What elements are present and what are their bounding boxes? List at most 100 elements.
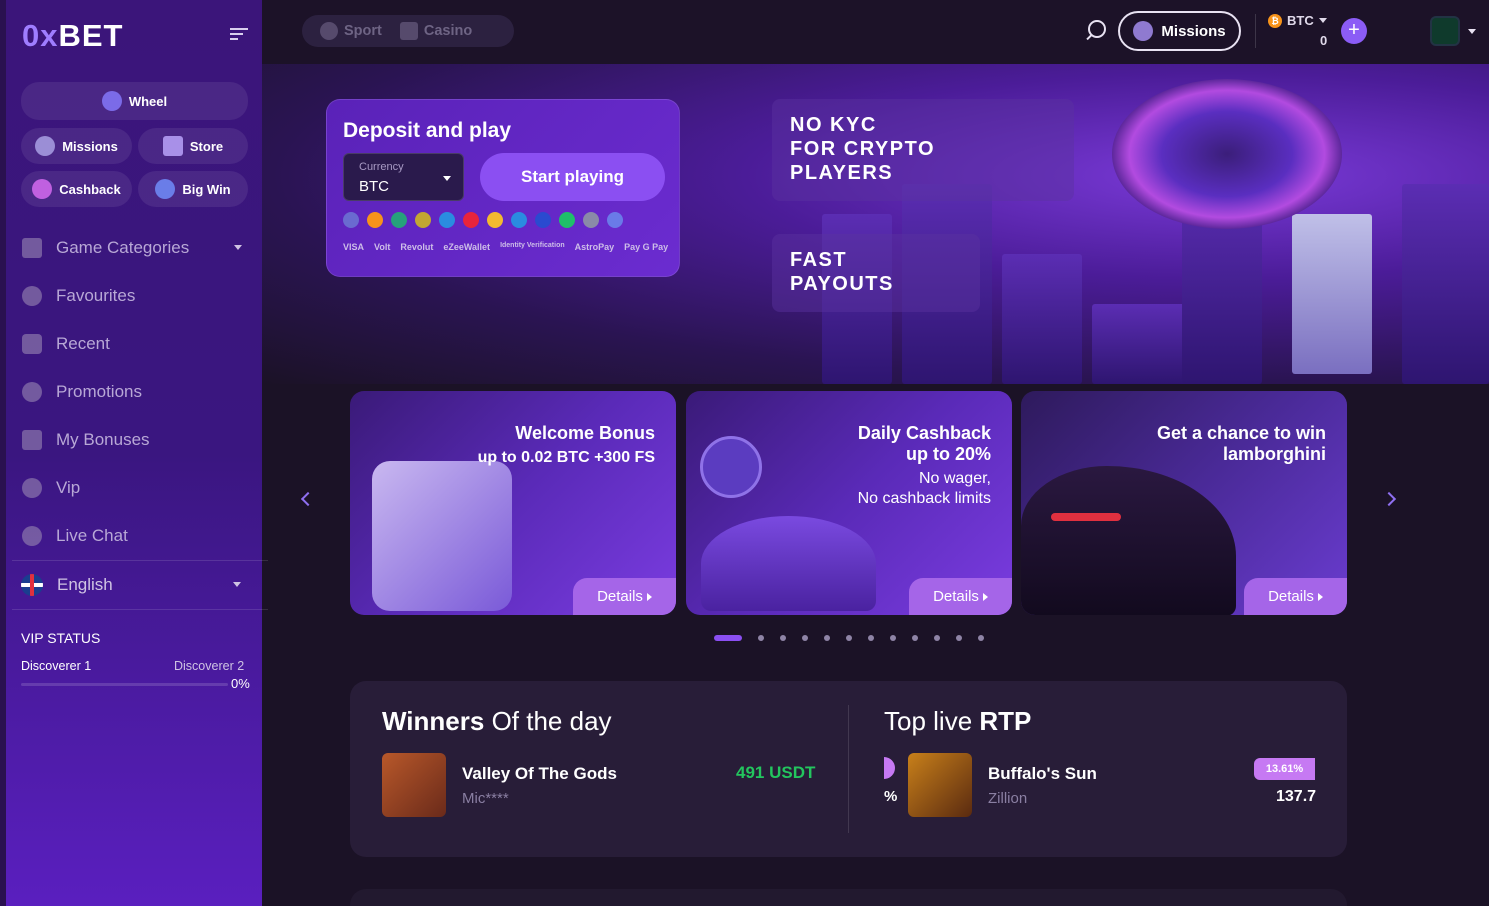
- identity-verification-logo: Identity Verification: [500, 242, 565, 249]
- details-button[interactable]: Details: [909, 578, 1012, 615]
- tag-line: PLAYERS: [790, 162, 894, 184]
- promo-title: Daily Cashback up to 20%: [858, 423, 991, 465]
- bnb-icon: [487, 212, 503, 228]
- promo-card-welcome-bonus[interactable]: Welcome Bonus up to 0.02 BTC +300 FS Det…: [350, 391, 676, 615]
- sidebar-item-game-categories[interactable]: Game Categories: [22, 233, 262, 263]
- sidebar-item-favourites[interactable]: Favourites: [22, 281, 262, 311]
- promo-card-lamborghini[interactable]: Get a chance to win lamborghini Details: [1021, 391, 1347, 615]
- start-playing-button[interactable]: Start playing: [480, 153, 665, 201]
- chevron-down-icon: [233, 582, 241, 587]
- big-win-label: Big Win: [182, 181, 231, 197]
- carousel-dot[interactable]: [890, 635, 896, 641]
- carousel-dot[interactable]: [934, 635, 940, 641]
- car-illustration: [1021, 466, 1236, 615]
- promo-title-line: Daily Cashback: [857, 423, 991, 443]
- store-button[interactable]: Store: [138, 128, 248, 164]
- diamond-icon: [22, 478, 42, 498]
- uk-flag-icon: [21, 574, 43, 596]
- language-selector[interactable]: English: [21, 570, 261, 600]
- carousel-dot[interactable]: [824, 635, 830, 641]
- gift-icon: [22, 430, 42, 450]
- chevron-down-icon[interactable]: [1468, 29, 1476, 34]
- slot-machine-icon: [399, 22, 418, 40]
- deposit-card: Deposit and play Currency BTC Start play…: [326, 99, 680, 277]
- promo-subtitle: No wager, No cashback limits: [858, 469, 991, 509]
- currency-select[interactable]: Currency BTC: [343, 153, 464, 201]
- carousel-prev-arrow-icon[interactable]: [300, 491, 316, 507]
- vip-progress-percent: 0%: [231, 676, 250, 691]
- promo-card-daily-cashback[interactable]: Daily Cashback up to 20% No wager, No ca…: [686, 391, 1012, 615]
- bitcoin-icon: [367, 212, 383, 228]
- tab-sport[interactable]: Sport: [302, 22, 382, 40]
- building-illustration: [1002, 254, 1082, 384]
- xrp-icon: [511, 212, 527, 228]
- payment-logos: VISA Volt Revolut eZeeWallet Identity Ve…: [343, 242, 668, 252]
- carousel-dot[interactable]: [956, 635, 962, 641]
- sidebar-item-promotions[interactable]: Promotions: [22, 377, 262, 407]
- missions-label: Missions: [62, 138, 118, 154]
- volt-logo: Volt: [374, 242, 391, 252]
- details-button[interactable]: Details: [1244, 578, 1347, 615]
- logo[interactable]: 0xBET: [22, 18, 123, 54]
- sidebar-item-my-bonuses[interactable]: My Bonuses: [22, 425, 262, 455]
- wheel-label: Wheel: [128, 93, 168, 109]
- carousel-dot[interactable]: [868, 635, 874, 641]
- tag-line: NO KYC: [790, 114, 877, 136]
- sidebar-item-vip[interactable]: Vip: [22, 473, 262, 503]
- carousel-dot[interactable]: [802, 635, 808, 641]
- sidebar-item-recent[interactable]: Recent: [22, 329, 262, 359]
- sidebar-item-live-chat[interactable]: Live Chat: [22, 521, 262, 551]
- percent-icon: [22, 382, 42, 402]
- details-button[interactable]: Details: [573, 578, 676, 615]
- sidebar-item-label: Vip: [56, 478, 81, 497]
- ezeewallet-logo: eZeeWallet: [443, 242, 491, 252]
- rtp-value-partial: %: [884, 788, 898, 805]
- tether-icon: [391, 212, 407, 228]
- cashback-icon: [32, 179, 53, 199]
- euro-icon: [343, 212, 359, 228]
- search-icon[interactable]: [1088, 20, 1106, 38]
- carousel-dot[interactable]: [758, 635, 764, 641]
- big-win-button[interactable]: Big Win: [138, 171, 248, 207]
- caret-right-icon: [646, 592, 652, 601]
- sidebar-item-label: Live Chat: [56, 526, 128, 545]
- missions-quick-button[interactable]: Missions: [21, 128, 132, 164]
- car-taillight: [1051, 513, 1121, 521]
- carousel-dot[interactable]: [912, 635, 918, 641]
- fast-payouts-text: FAST PAYOUTS: [790, 248, 894, 296]
- rtp-game-name[interactable]: Buffalo's Sun: [988, 764, 1097, 784]
- revolut-logo: Revolut: [400, 242, 434, 252]
- vip-status-title: VIP STATUS: [21, 630, 101, 646]
- promo-title-line: up to 20%: [905, 444, 991, 464]
- currency-label: BTC: [1287, 13, 1314, 28]
- chevron-down-icon: [234, 245, 242, 250]
- wheel-button[interactable]: Wheel: [21, 82, 248, 120]
- top-bar: Sport Casino Missions ₿ BTC 0 +: [262, 0, 1489, 64]
- carousel-dot[interactable]: [978, 635, 984, 641]
- details-label: Details: [1268, 588, 1314, 605]
- deposit-plus-button[interactable]: +: [1341, 18, 1367, 44]
- winner-game-name[interactable]: Valley Of The Gods: [462, 764, 617, 784]
- avatar[interactable]: [1430, 16, 1460, 46]
- cashback-label: Cashback: [59, 181, 121, 197]
- carousel-next-arrow-icon[interactable]: [1381, 491, 1397, 507]
- currency-selector[interactable]: ₿ BTC: [1268, 13, 1327, 28]
- carousel-dot[interactable]: [780, 635, 786, 641]
- cashback-button[interactable]: Cashback: [21, 171, 132, 207]
- carousel-dot[interactable]: [846, 635, 852, 641]
- carousel-dot[interactable]: [714, 635, 742, 641]
- divider: [12, 609, 268, 610]
- game-thumbnail-buffalos-sun[interactable]: [908, 753, 972, 817]
- store-icon: [162, 136, 183, 156]
- missions-icon: [35, 136, 56, 156]
- tab-casino[interactable]: Casino: [382, 22, 472, 40]
- menu-toggle-icon[interactable]: [230, 28, 248, 40]
- game-thumbnail-valley-of-the-gods[interactable]: [382, 753, 446, 817]
- next-section-panel: [350, 889, 1347, 906]
- rtp-value: 137.7: [1276, 788, 1317, 805]
- roulette-illustration: [1112, 79, 1342, 229]
- missions-button[interactable]: Missions: [1118, 11, 1241, 51]
- tab-label: Casino: [423, 23, 473, 39]
- clock-icon: [22, 334, 42, 354]
- language-label: English: [57, 575, 113, 594]
